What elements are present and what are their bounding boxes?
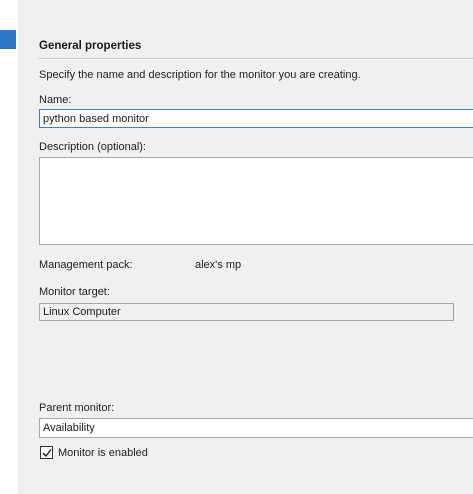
name-label: Name:	[39, 94, 72, 106]
management-pack-label: Management pack:	[39, 259, 133, 271]
parent-monitor-select[interactable]: Availability	[39, 418, 473, 438]
wizard-left-strip	[0, 0, 18, 494]
monitor-target-field: Linux Computer	[39, 303, 454, 321]
check-icon	[42, 449, 52, 458]
parent-monitor-label: Parent monitor:	[39, 402, 115, 414]
section-divider	[38, 58, 473, 59]
management-pack-value: alex's mp	[195, 259, 242, 271]
section-title: General properties	[39, 40, 142, 52]
instruction-text: Specify the name and description for the…	[39, 69, 361, 81]
description-label: Description (optional):	[39, 141, 146, 153]
monitor-target-label: Monitor target:	[39, 286, 110, 298]
monitor-enabled-label[interactable]: Monitor is enabled	[58, 447, 148, 459]
general-properties-panel: General properties Specify the name and …	[18, 0, 473, 494]
name-input[interactable]	[39, 109, 473, 128]
description-textarea[interactable]	[39, 157, 473, 245]
wizard-nav-selected-marker	[0, 30, 16, 49]
monitor-enabled-checkbox[interactable]	[40, 446, 53, 459]
